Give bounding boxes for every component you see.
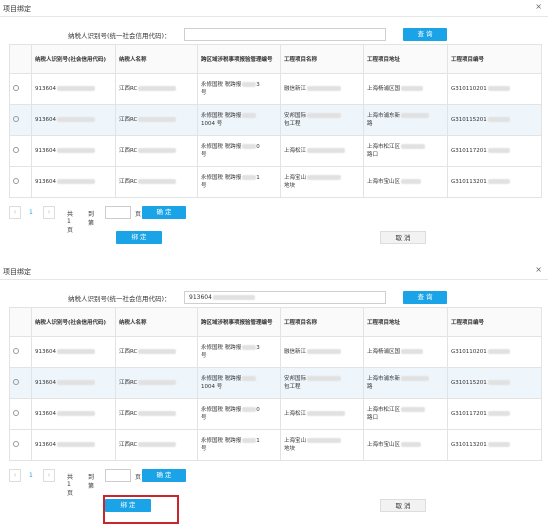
dialog-title: 项目绑定 bbox=[3, 268, 31, 276]
goto-confirm-button[interactable]: 确 定 bbox=[142, 469, 186, 482]
search-button[interactable]: 查 询 bbox=[403, 28, 447, 41]
next-page-button[interactable]: › bbox=[43, 206, 55, 219]
taxpayer-id-label: 纳税人识别号(统一社会信用代码)： bbox=[68, 295, 171, 303]
header-mgmt-no: 跨区域涉税事项报验管理编号 bbox=[197, 307, 281, 337]
header-project-no: 工程项目编号 bbox=[447, 307, 542, 337]
table-row[interactable]: 913604 江西RC 永修国税 税跨报 1 号 上海宝山 地块 上海市宝山区 G31… bbox=[9, 429, 542, 461]
goto-confirm-button[interactable]: 确 定 bbox=[142, 206, 186, 219]
search-button[interactable]: 查 询 bbox=[403, 291, 447, 304]
header-taxpayer-name: 纳税人名称 bbox=[115, 307, 198, 337]
table-row[interactable]: 913604 江西RC 永修国税 税跨报 0 号 上海松江 上海市松江区 路口 G31… bbox=[9, 135, 542, 167]
prev-page-button[interactable]: ‹ bbox=[9, 469, 21, 482]
project-address-cell: 上海杨浦区国 bbox=[367, 86, 401, 92]
project-name-cell: 融信新江 bbox=[284, 86, 307, 92]
header-taxpayer-id: 纳税人识别号(社会信用代码) bbox=[31, 307, 116, 337]
row-radio[interactable] bbox=[13, 84, 19, 91]
row-radio[interactable] bbox=[13, 440, 19, 447]
header-select bbox=[9, 307, 32, 337]
dialog-project-bind-top: 项目绑定 × 纳税人识别号(统一社会信用代码)： 查 询 纳税人识别号(社会信用… bbox=[0, 0, 548, 263]
taxpayer-id-input[interactable] bbox=[184, 28, 386, 41]
title-divider bbox=[0, 16, 548, 17]
dialog-titlebar: 项目绑定 × bbox=[0, 0, 548, 16]
bind-button-highlight-box bbox=[103, 495, 179, 524]
header-project-address: 工程项目地址 bbox=[363, 44, 448, 74]
header-mgmt-no: 跨区域涉税事项报验管理编号 bbox=[197, 44, 281, 74]
total-pages: 共1页 bbox=[67, 474, 74, 497]
taxpayer-id-cell: 913604 bbox=[35, 86, 56, 92]
cancel-button[interactable]: 取 消 bbox=[380, 231, 426, 244]
goto-page-input[interactable] bbox=[105, 206, 131, 219]
row-radio[interactable] bbox=[13, 378, 19, 385]
header-taxpayer-name: 纳税人名称 bbox=[115, 44, 198, 74]
goto-page-input[interactable] bbox=[105, 469, 131, 482]
title-divider bbox=[0, 279, 548, 280]
row-radio[interactable] bbox=[13, 115, 19, 122]
close-icon[interactable]: × bbox=[535, 266, 542, 274]
current-page[interactable]: 1 bbox=[29, 472, 33, 479]
dialog-project-bind-bottom: 项目绑定 × 纳税人识别号(统一社会信用代码)： 913604 查 询 纳税人识… bbox=[0, 263, 548, 526]
mgmt-no-cell: 永修国税 税跨报 bbox=[201, 82, 242, 88]
table-row[interactable]: 913604 江西RC 永修国税 税跨报 1004 号 安邦国际 包工程 上海市浦东… bbox=[9, 367, 542, 399]
table-row[interactable]: 913604 江西RC 永修国税 税跨报 3 号 融信新江 上海杨浦区国 G3101… bbox=[9, 73, 542, 105]
header-select bbox=[9, 44, 32, 74]
table-header-row: 纳税人识别号(社会信用代码) 纳税人名称 跨区域涉税事项报验管理编号 工程项目名… bbox=[9, 44, 542, 74]
taxpayer-name-cell: 江西RC bbox=[119, 86, 138, 92]
table-row[interactable]: 913604 江西RC 永修国税 税跨报 1004 号 安邦国际 包工程 上海市浦东… bbox=[9, 104, 542, 136]
project-table: 纳税人识别号(社会信用代码) 纳税人名称 跨区域涉税事项报验管理编号 工程项目名… bbox=[9, 44, 542, 198]
row-radio[interactable] bbox=[13, 146, 19, 153]
taxpayer-id-input[interactable]: 913604 bbox=[184, 291, 386, 304]
row-radio[interactable] bbox=[13, 347, 19, 354]
prev-page-button[interactable]: ‹ bbox=[9, 206, 21, 219]
header-project-name: 工程项目名称 bbox=[280, 307, 364, 337]
table-row[interactable]: 913604 江西RC 永修国税 税跨报 3 号 融信新江 上海杨浦区国 G3101… bbox=[9, 336, 542, 368]
header-project-no: 工程项目编号 bbox=[447, 44, 542, 74]
header-project-address: 工程项目地址 bbox=[363, 307, 448, 337]
next-page-button[interactable]: › bbox=[43, 469, 55, 482]
cancel-button[interactable]: 取 消 bbox=[380, 499, 426, 512]
current-page[interactable]: 1 bbox=[29, 209, 33, 216]
project-no-cell: G310110201 bbox=[451, 86, 487, 92]
close-icon[interactable]: × bbox=[535, 3, 542, 11]
taxpayer-id-label: 纳税人识别号(统一社会信用代码)： bbox=[68, 32, 171, 40]
table-header-row: 纳税人识别号(社会信用代码) 纳税人名称 跨区域涉税事项报验管理编号 工程项目名… bbox=[9, 307, 542, 337]
page-unit-label: 页 bbox=[135, 474, 142, 481]
header-taxpayer-id: 纳税人识别号(社会信用代码) bbox=[31, 44, 116, 74]
total-pages: 共1页 bbox=[67, 211, 74, 234]
row-radio[interactable] bbox=[13, 177, 19, 184]
dialog-title: 项目绑定 bbox=[3, 5, 31, 13]
goto-label: 到第 bbox=[88, 211, 95, 227]
table-row[interactable]: 913604 江西RC 永修国税 税跨报 1 号 上海宝山 地块 上海市宝山区 G31… bbox=[9, 166, 542, 198]
bind-button[interactable]: 绑 定 bbox=[116, 231, 162, 244]
row-radio[interactable] bbox=[13, 409, 19, 416]
goto-label: 到第 bbox=[88, 474, 95, 490]
header-project-name: 工程项目名称 bbox=[280, 44, 364, 74]
page-unit-label: 页 bbox=[135, 211, 142, 218]
table-row[interactable]: 913604 江西RC 永修国税 税跨报 0 号 上海松江 上海市松江区 路口 G31… bbox=[9, 398, 542, 430]
dialog-titlebar: 项目绑定 × bbox=[0, 263, 548, 279]
project-table: 纳税人识别号(社会信用代码) 纳税人名称 跨区域涉税事项报验管理编号 工程项目名… bbox=[9, 307, 542, 461]
